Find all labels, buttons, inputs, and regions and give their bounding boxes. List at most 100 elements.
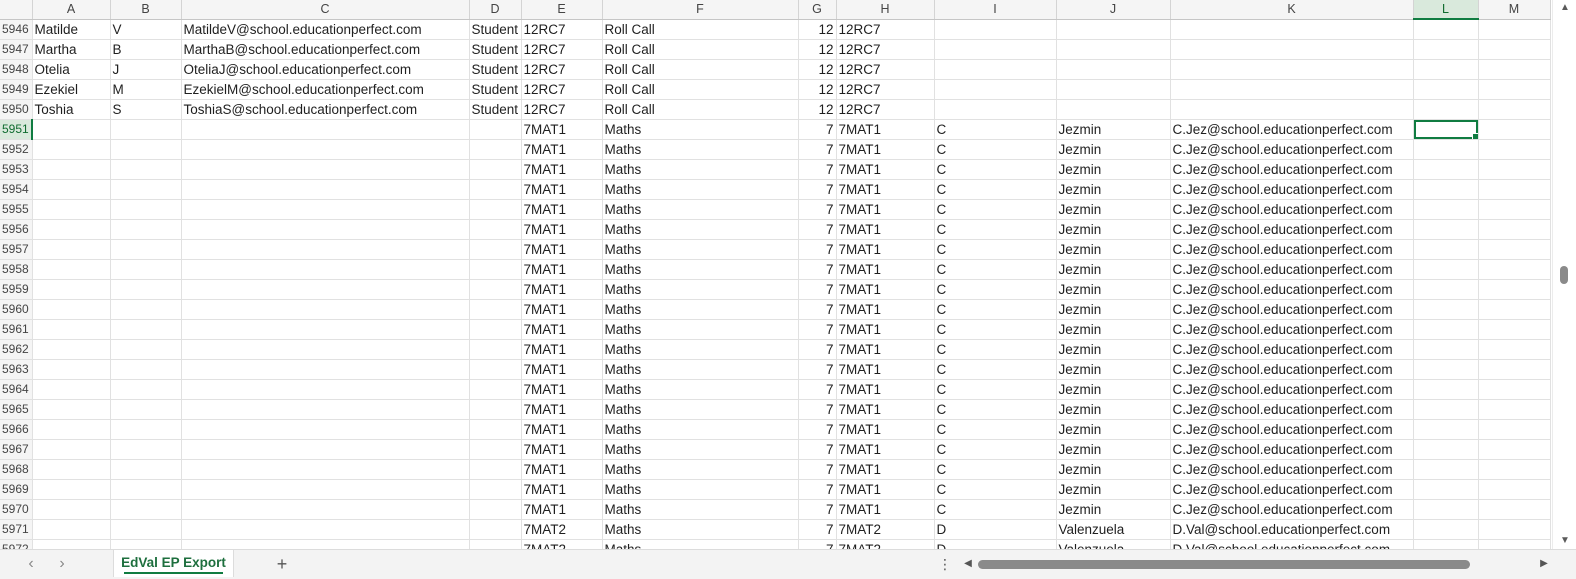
cell-j[interactable] [1056,19,1171,40]
cell-i[interactable]: D [934,519,1057,540]
cell-f[interactable]: Maths [602,419,799,440]
cell-f[interactable]: Maths [602,259,799,280]
cell-l[interactable] [1413,19,1479,40]
table-row[interactable]: 5968 7MAT1 Maths 7 7MAT1 C Jezmin C.Jez@school.… [0,459,1551,480]
column-header-c[interactable]: C [181,0,470,20]
scroll-right-arrow-icon[interactable]: ▶ [1538,558,1550,570]
row-header[interactable]: 5972 [0,539,33,549]
cell-i[interactable]: C [934,179,1057,200]
scroll-left-arrow-icon[interactable]: ◀ [962,558,974,570]
cell-e[interactable]: 12RC7 [521,59,603,80]
cell-g[interactable]: 7 [798,519,837,540]
cell-c[interactable] [181,459,470,480]
table-row[interactable]: 5947 Martha B MarthaB@school.educationperfe… [0,39,1551,60]
cell-j[interactable]: Jezmin [1056,239,1171,260]
scroll-up-arrow-icon[interactable]: ▲ [1559,2,1571,14]
cell-a[interactable] [32,519,111,540]
column-header-b[interactable]: B [110,0,182,20]
cell-e[interactable]: 7MAT1 [521,239,603,260]
cell-c[interactable] [181,159,470,180]
cell-a[interactable] [32,199,111,220]
cell-c[interactable]: MatildeV@school.educationperfect.com [181,19,470,40]
cell-j[interactable]: Jezmin [1056,379,1171,400]
cell-l[interactable] [1413,39,1479,60]
vertical-scrollbar[interactable]: ▲ ▼ [1552,0,1576,549]
cell-h[interactable]: 7MAT1 [836,299,935,320]
table-row[interactable]: 5956 7MAT1 Maths 7 7MAT1 C Jezmin C.Jez@school.… [0,219,1551,240]
cell-d[interactable] [469,319,522,340]
cell-h[interactable]: 12RC7 [836,59,935,80]
cell-g[interactable]: 7 [798,259,837,280]
cell-b[interactable] [110,539,182,549]
column-header-j[interactable]: J [1056,0,1171,20]
cell-l[interactable] [1413,439,1479,460]
cell-d[interactable] [469,479,522,500]
cell-c[interactable] [181,219,470,240]
cell-k[interactable]: C.Jez@school.educationperfect.com [1170,359,1414,380]
cell-m[interactable] [1478,119,1551,140]
cell-i[interactable]: C [934,139,1057,160]
cell-h[interactable]: 7MAT2 [836,539,935,549]
row-header[interactable]: 5953 [0,159,33,180]
cell-b[interactable]: B [110,39,182,60]
cell-g[interactable]: 12 [798,59,837,80]
cell-l[interactable] [1413,199,1479,220]
row-header[interactable]: 5956 [0,219,33,240]
cell-f[interactable]: Maths [602,159,799,180]
cell-e[interactable]: 12RC7 [521,79,603,100]
cell-h[interactable]: 7MAT1 [836,379,935,400]
cell-i[interactable]: C [934,159,1057,180]
table-row[interactable]: 5962 7MAT1 Maths 7 7MAT1 C Jezmin C.Jez@school.… [0,339,1551,360]
row-header[interactable]: 5967 [0,439,33,460]
cell-e[interactable]: 7MAT1 [521,479,603,500]
cell-a[interactable] [32,299,111,320]
cell-h[interactable]: 7MAT1 [836,419,935,440]
cell-c[interactable] [181,419,470,440]
cell-j[interactable]: Jezmin [1056,179,1171,200]
cell-l[interactable] [1413,499,1479,520]
cell-m[interactable] [1478,419,1551,440]
cell-j[interactable]: Jezmin [1056,159,1171,180]
cell-i[interactable] [934,39,1057,60]
cell-d[interactable] [469,299,522,320]
cell-i[interactable]: C [934,479,1057,500]
column-header-h[interactable]: H [836,0,935,20]
cell-b[interactable] [110,139,182,160]
cell-i[interactable]: C [934,459,1057,480]
cell-m[interactable] [1478,459,1551,480]
row-header[interactable]: 5968 [0,459,33,480]
cell-c[interactable]: ToshiaS@school.educationperfect.com [181,99,470,120]
cell-j[interactable]: Jezmin [1056,479,1171,500]
cell-k[interactable]: C.Jez@school.educationperfect.com [1170,159,1414,180]
cell-m[interactable] [1478,379,1551,400]
cell-a[interactable] [32,399,111,420]
cell-m[interactable] [1478,319,1551,340]
cell-e[interactable]: 7MAT1 [521,179,603,200]
cell-f[interactable]: Maths [602,279,799,300]
cell-l[interactable] [1413,279,1479,300]
cell-m[interactable] [1478,479,1551,500]
cell-c[interactable] [181,439,470,460]
cell-d[interactable]: Student [469,99,522,120]
cell-b[interactable]: J [110,59,182,80]
table-row[interactable]: 5957 7MAT1 Maths 7 7MAT1 C Jezmin C.Jez@school.… [0,239,1551,260]
cell-j[interactable]: Jezmin [1056,419,1171,440]
cell-e[interactable]: 7MAT2 [521,519,603,540]
chevron-left-icon[interactable]: ‹ [23,556,39,572]
cell-c[interactable]: MarthaB@school.educationperfect.com [181,39,470,60]
cell-j[interactable] [1056,99,1171,120]
cell-g[interactable]: 7 [798,359,837,380]
cell-i[interactable]: C [934,499,1057,520]
cell-d[interactable] [469,499,522,520]
cell-c[interactable]: EzekielM@school.educationperfect.com [181,79,470,100]
cell-f[interactable]: Maths [602,499,799,520]
cell-d[interactable] [469,459,522,480]
cell-h[interactable]: 7MAT1 [836,359,935,380]
cell-h[interactable]: 12RC7 [836,19,935,40]
table-row[interactable]: 5970 7MAT1 Maths 7 7MAT1 C Jezmin C.Jez@school.… [0,499,1551,520]
cell-g[interactable]: 7 [798,399,837,420]
cell-a[interactable] [32,419,111,440]
cell-f[interactable]: Maths [602,339,799,360]
cell-k[interactable]: C.Jez@school.educationperfect.com [1170,179,1414,200]
cell-k[interactable]: C.Jez@school.educationperfect.com [1170,439,1414,460]
